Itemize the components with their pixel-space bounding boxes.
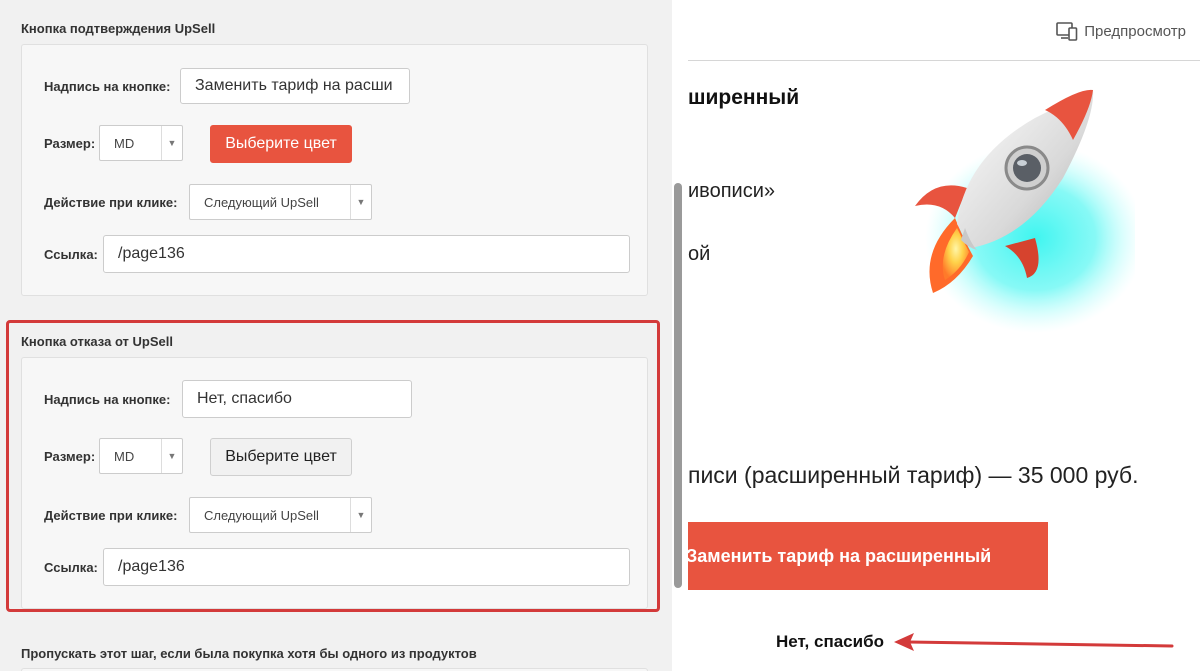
rocket-window xyxy=(1013,154,1041,182)
confirm-settings-card: Надпись на кнопке: Заменить тариф на рас… xyxy=(21,44,648,296)
confirm-action-value: Следующий UpSell xyxy=(204,195,319,210)
confirm-color-button[interactable]: Выберите цвет xyxy=(210,125,352,163)
confirm-section-title: Кнопка подтверждения UpSell xyxy=(21,21,216,36)
chevron-down-icon: ▼ xyxy=(161,439,182,473)
chevron-down-icon: ▼ xyxy=(350,498,371,532)
decline-link-input[interactable]: /page136 xyxy=(103,548,630,586)
preview-price: писи (расширенный тариф) — 35 000 руб. xyxy=(688,462,1139,488)
rocket-illustration xyxy=(915,89,1135,333)
decline-link-label: Ссылка: xyxy=(44,560,98,575)
confirm-link-label: Ссылка: xyxy=(44,247,98,262)
preview-decline-link[interactable]: Нет, спасибо xyxy=(776,632,884,652)
decline-text-input[interactable]: Нет, спасибо xyxy=(182,380,412,418)
decline-text-label: Надпись на кнопке: xyxy=(44,392,171,407)
chevron-down-icon: ▼ xyxy=(161,126,182,160)
decline-action-select[interactable]: Следующий UpSell ▼ xyxy=(189,497,372,533)
decline-settings-card: Надпись на кнопке: Нет, спасибо Размер: … xyxy=(21,357,648,609)
confirm-text-label: Надпись на кнопке: xyxy=(44,79,171,94)
preview-line-1: ивописи» xyxy=(688,180,775,202)
preview-line-2: ой xyxy=(688,243,711,265)
preview-button-label: Предпросмотр xyxy=(1084,22,1186,40)
skip-section-title: Пропускать этот шаг, если была покупка х… xyxy=(21,646,477,661)
confirm-action-label: Действие при клике: xyxy=(44,195,178,210)
devices-icon xyxy=(1056,22,1078,41)
confirm-size-label: Размер: xyxy=(44,136,96,151)
decline-color-button[interactable]: Выберите цвет xyxy=(210,438,352,476)
preview-header: Предпросмотр xyxy=(688,0,1200,61)
annotation-arrow xyxy=(894,633,1174,651)
settings-panel: Кнопка подтверждения UpSell Надпись на к… xyxy=(0,0,672,671)
decline-size-select[interactable]: MD ▼ xyxy=(99,438,183,474)
decline-action-label: Действие при клике: xyxy=(44,508,178,523)
rocket-window-shine xyxy=(1017,160,1027,166)
confirm-text-input[interactable]: Заменить тариф на расши xyxy=(180,68,410,104)
preview-heading: ширенный xyxy=(688,86,800,109)
decline-section-title: Кнопка отказа от UpSell xyxy=(21,334,173,349)
scrollbar[interactable] xyxy=(674,183,682,588)
preview-upsell-button[interactable]: Заменить тариф на расширенный xyxy=(688,522,1048,590)
confirm-size-select[interactable]: MD ▼ xyxy=(99,125,183,161)
decline-size-label: Размер: xyxy=(44,449,96,464)
chevron-down-icon: ▼ xyxy=(350,185,371,219)
decline-size-value: MD xyxy=(114,449,135,464)
confirm-link-input[interactable]: /page136 xyxy=(103,235,630,273)
confirm-action-select[interactable]: Следующий UpSell ▼ xyxy=(189,184,372,220)
decline-action-value: Следующий UpSell xyxy=(204,508,319,523)
preview-button[interactable]: Предпросмотр xyxy=(1056,21,1186,41)
confirm-size-value: MD xyxy=(114,136,135,151)
